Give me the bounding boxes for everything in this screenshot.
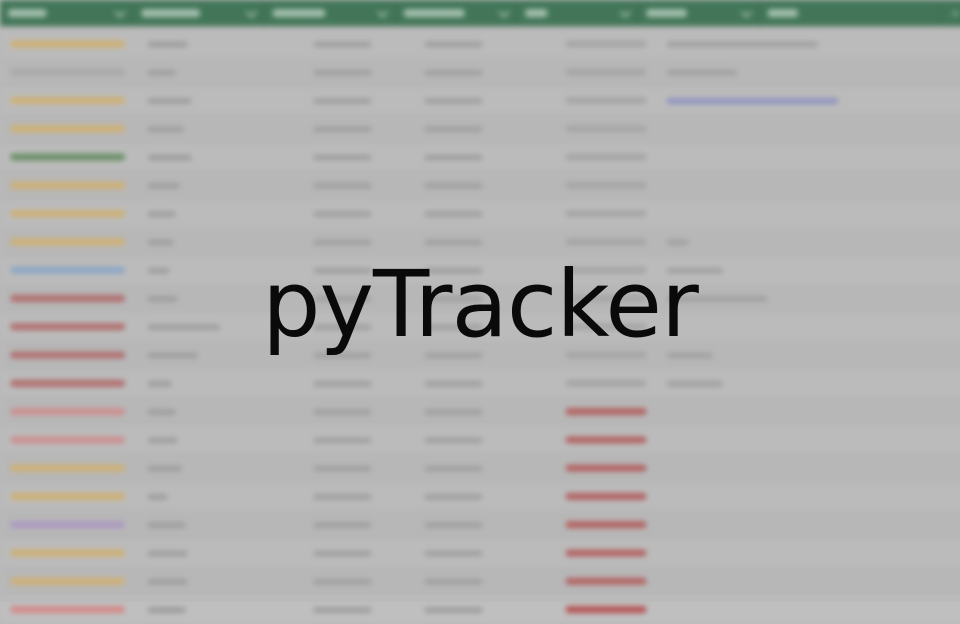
start-date (313, 607, 372, 614)
end-date (424, 607, 483, 614)
timestamp (565, 606, 647, 614)
status-badge (10, 606, 126, 614)
app-logo-title: pyTracker (262, 251, 699, 358)
item-name (147, 607, 186, 614)
